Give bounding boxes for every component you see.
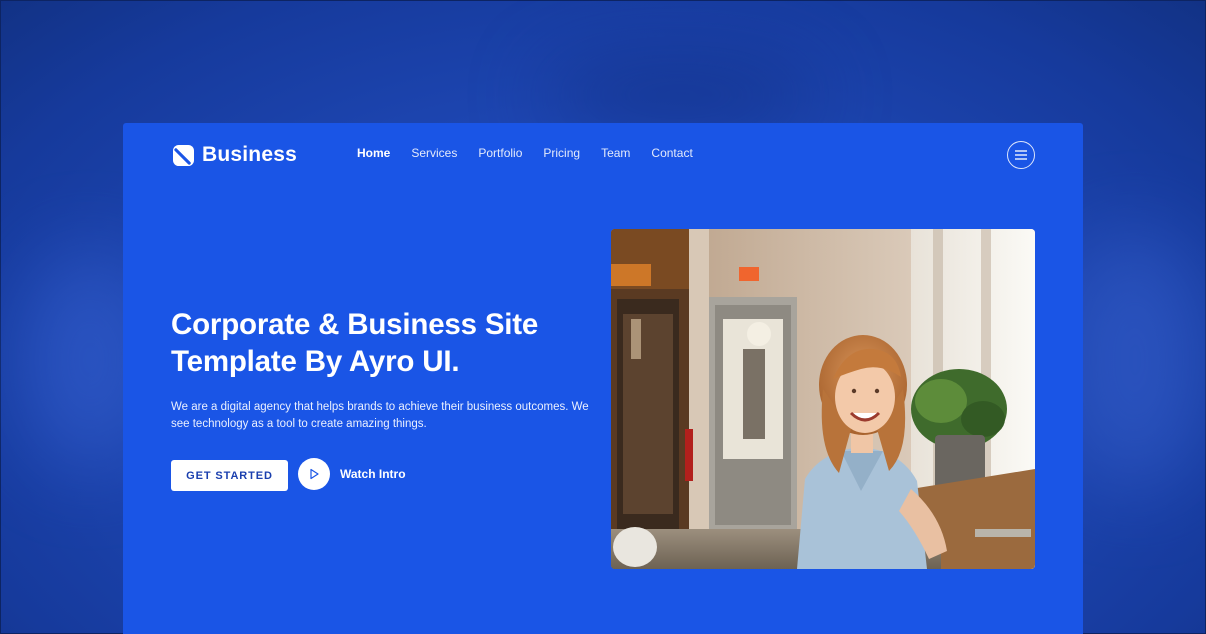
play-icon bbox=[310, 468, 319, 480]
background-blur-top bbox=[540, 60, 820, 130]
hero-photo-illustration bbox=[611, 229, 1035, 569]
hero-photo bbox=[611, 229, 1035, 569]
brand-name: Business bbox=[202, 143, 297, 166]
nav-item-contact[interactable]: Contact bbox=[651, 146, 692, 160]
hero-description: We are a digital agency that helps brand… bbox=[171, 401, 589, 430]
menu-toggle-button[interactable] bbox=[1007, 141, 1035, 169]
nav-item-home[interactable]: Home bbox=[357, 146, 390, 160]
watch-intro-label: Watch Intro bbox=[340, 467, 406, 481]
play-button[interactable] bbox=[298, 458, 330, 490]
nav-item-team[interactable]: Team bbox=[601, 146, 630, 160]
main-nav: Home Services Portfolio Pricing Team Con… bbox=[357, 146, 714, 160]
get-started-button[interactable]: GET STARTED bbox=[171, 460, 288, 491]
nav-item-pricing[interactable]: Pricing bbox=[543, 146, 580, 160]
nav-item-services[interactable]: Services bbox=[411, 146, 457, 160]
brand-logo[interactable]: Business bbox=[173, 143, 297, 167]
hero-title-line-2: Template By Ayro UI. bbox=[171, 345, 460, 378]
nav-item-portfolio[interactable]: Portfolio bbox=[478, 146, 522, 160]
watch-intro-button[interactable]: Watch Intro bbox=[298, 458, 406, 490]
hero-title: Corporate & Business Site Template By Ay… bbox=[171, 306, 591, 380]
logo-icon bbox=[173, 144, 194, 166]
website-preview: Business Home Services Portfolio Pricing… bbox=[123, 123, 1083, 634]
hamburger-icon bbox=[1015, 150, 1027, 160]
hero-title-line-1: Corporate & Business Site bbox=[171, 308, 539, 341]
